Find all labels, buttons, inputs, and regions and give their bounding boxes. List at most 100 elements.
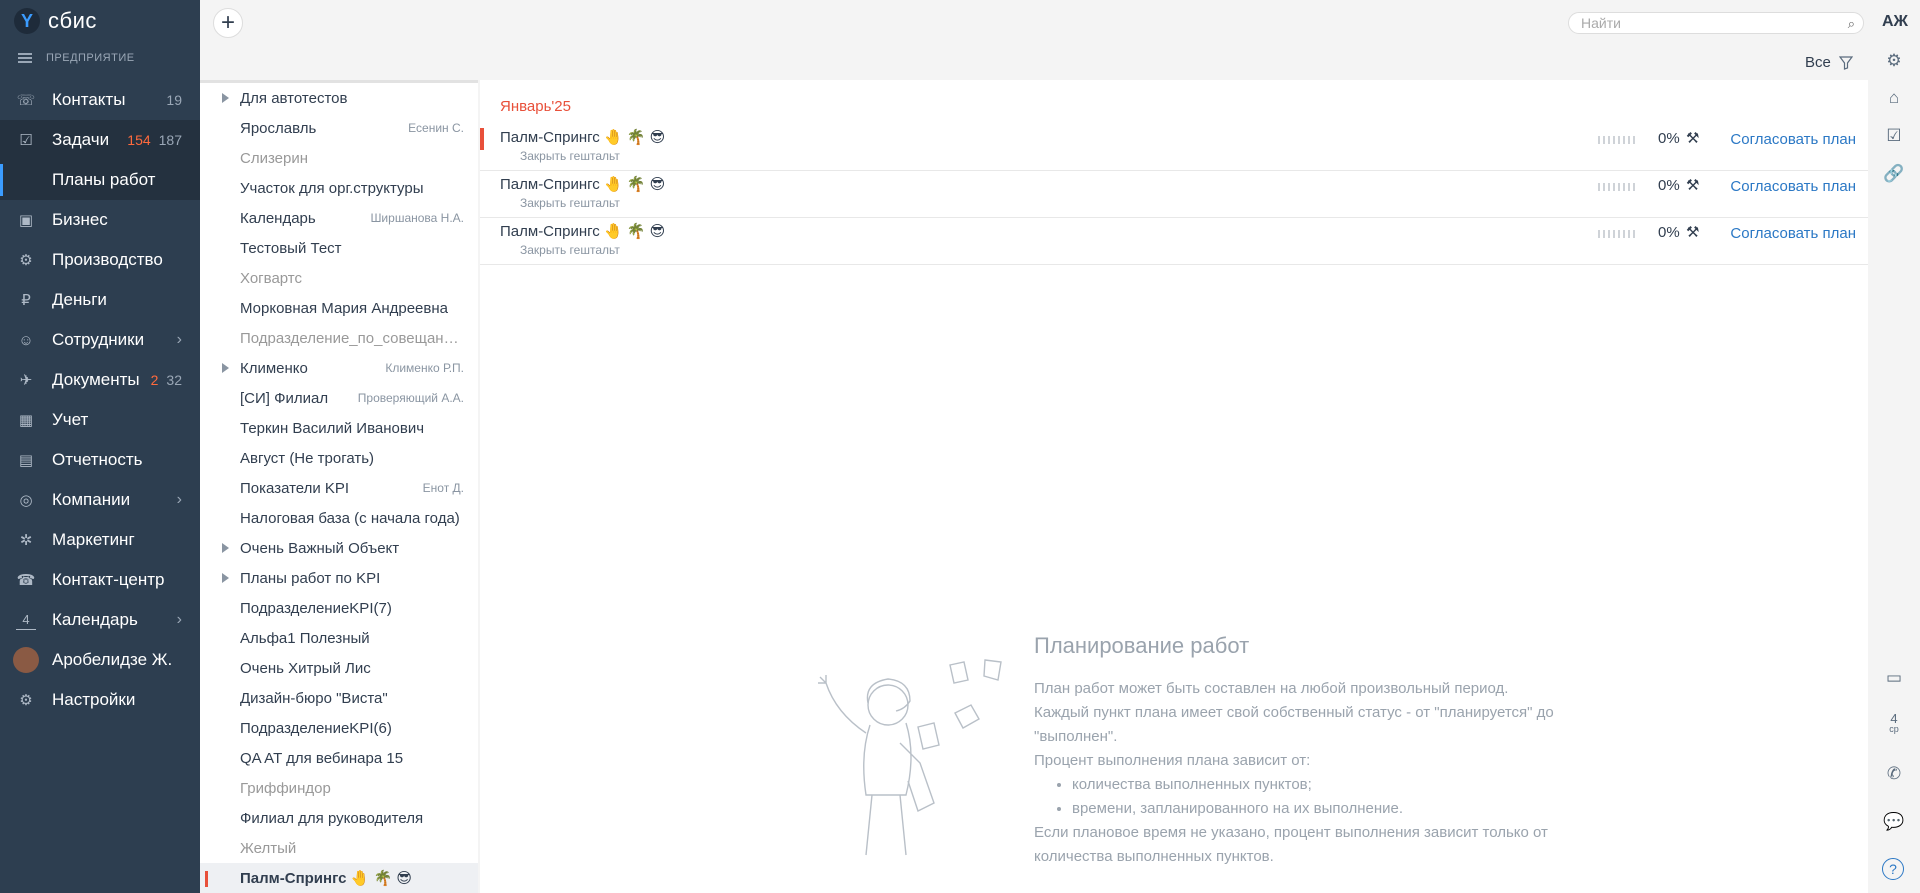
logo[interactable]: Y сбис bbox=[14, 8, 97, 34]
info-bullet: количества выполненных пунктов; bbox=[1072, 773, 1554, 797]
nav-item-15[interactable]: ⚙ Настройки bbox=[0, 680, 200, 720]
plan-subtitle: Закрыть гештальт bbox=[520, 149, 620, 163]
folder-item[interactable]: Август (Не трогать) bbox=[200, 443, 478, 473]
nav-counter-total: 19 bbox=[166, 92, 182, 108]
folder-item[interactable]: Ярославль Есенин С. bbox=[200, 113, 478, 143]
nav-counter: 19 bbox=[166, 92, 182, 108]
folder-item[interactable]: Филиал для руководителя bbox=[200, 803, 478, 833]
folder-item[interactable]: Тестовый Тест bbox=[200, 233, 478, 263]
folder-item[interactable]: Слизерин bbox=[200, 143, 478, 173]
folder-label: Очень Хитрый Лис bbox=[240, 659, 371, 677]
folder-label: Морковная Мария Андреевна bbox=[240, 299, 448, 317]
approve-plan-link[interactable]: Согласовать план bbox=[1730, 131, 1856, 148]
info-bullets: количества выполненных пунктов; времени,… bbox=[1072, 773, 1554, 821]
chat-icon[interactable]: 💬 bbox=[1882, 810, 1906, 834]
folder-label: Планы работ по KPI bbox=[240, 569, 381, 587]
nav-item-13[interactable]: 4 Календарь › bbox=[0, 600, 200, 640]
nav-item-14[interactable]: Аробелидзе Ж. bbox=[0, 640, 200, 680]
company-switcher[interactable]: ПРЕДПРИЯТИЕ bbox=[18, 52, 135, 64]
accounting-icon: ▦ bbox=[18, 412, 34, 429]
folder-item[interactable]: Подразделение_по_совещаниям bbox=[200, 323, 478, 353]
plan-row[interactable]: Палм-Спрингс 🤚 🌴 😎 Закрыть гештальт 0% ⚒ Сог… bbox=[480, 218, 1868, 265]
nav-item-12[interactable]: ☎ Контакт-центр bbox=[0, 560, 200, 600]
calendar-day-icon[interactable]: 4 ср bbox=[1882, 712, 1906, 736]
nav-item-2[interactable]: Планы работ bbox=[0, 160, 200, 200]
user-initials[interactable]: АЖ bbox=[1882, 13, 1908, 31]
nav-item-4[interactable]: ⚙ Производство bbox=[0, 240, 200, 280]
note-icon[interactable]: ▭ bbox=[1882, 666, 1906, 690]
nav-item-10[interactable]: ◎ Компании › bbox=[0, 480, 200, 520]
logo-text: сбис bbox=[48, 8, 97, 33]
folder-item[interactable]: Морковная Мария Андреевна bbox=[200, 293, 478, 323]
home-icon[interactable]: ⌂ bbox=[1882, 86, 1906, 110]
approve-plan-link[interactable]: Согласовать план bbox=[1730, 225, 1856, 242]
info-title: Планирование работ bbox=[1034, 633, 1250, 658]
expand-arrow-icon[interactable] bbox=[222, 93, 229, 103]
folder-item[interactable]: Дизайн-бюро "Виста" bbox=[200, 683, 478, 713]
employees-icon: ☺ bbox=[18, 331, 34, 349]
nav-label: Аробелидзе Ж. bbox=[52, 650, 173, 669]
menu-icon[interactable] bbox=[18, 53, 32, 63]
nav-label: Деньги bbox=[52, 290, 107, 309]
progress-percent: 0% bbox=[1658, 177, 1680, 194]
folder-item[interactable]: Участок для орг.структуры bbox=[200, 173, 478, 203]
nav-item-7[interactable]: ✈ Документы 2 32 bbox=[0, 360, 200, 400]
folder-item[interactable]: Клименко Клименко Р.П. bbox=[200, 353, 478, 383]
search-input[interactable]: Найти ⌕ bbox=[1568, 12, 1864, 34]
info-paragraph-2: Процент выполнения плана зависит от: bbox=[1034, 752, 1311, 769]
folder-item[interactable]: Желтый bbox=[200, 833, 478, 863]
approve-plan-link[interactable]: Согласовать план bbox=[1730, 178, 1856, 195]
folder-item[interactable]: Очень Хитрый Лис bbox=[200, 653, 478, 683]
empty-state-illustration bbox=[818, 659, 1002, 856]
plan-row[interactable]: Палм-Спрингс 🤚 🌴 😎 Закрыть гештальт 0% ⚒ Сог… bbox=[480, 171, 1868, 218]
plan-list: Палм-Спрингс 🤚 🌴 😎 Закрыть гештальт 0% ⚒ Сог… bbox=[480, 124, 1868, 265]
nav-item-8[interactable]: ▦ Учет bbox=[0, 400, 200, 440]
expand-arrow-icon[interactable] bbox=[222, 543, 229, 553]
folder-item[interactable]: QA AT для вебинара 15 bbox=[200, 743, 478, 773]
folder-item[interactable]: Очень Важный Объект bbox=[200, 533, 478, 563]
nav-item-0[interactable]: ☏ Контакты 19 bbox=[0, 80, 200, 120]
companies-icon: ◎ bbox=[19, 492, 33, 509]
link-icon[interactable]: 🔗 bbox=[1882, 162, 1906, 186]
company-name: ПРЕДПРИЯТИЕ bbox=[46, 52, 135, 64]
folder-item[interactable]: Планы работ по KPI bbox=[200, 563, 478, 593]
folder-item[interactable]: Палм-Спрингс 🤚 🌴 😎 bbox=[200, 863, 478, 893]
phone-icon[interactable]: ✆ bbox=[1882, 762, 1906, 786]
folder-item[interactable]: ПодразделениеKPI(6) bbox=[200, 713, 478, 743]
tasks-check-icon[interactable]: ☑ bbox=[1882, 124, 1906, 148]
nav-item-1[interactable]: ☑ Задачи 154 187 bbox=[0, 120, 200, 160]
gavel-icon[interactable]: ⚒ bbox=[1686, 223, 1699, 241]
nav-counter-total: 32 bbox=[166, 372, 182, 388]
folder-item[interactable]: ПодразделениеKPI(7) bbox=[200, 593, 478, 623]
expand-arrow-icon[interactable] bbox=[222, 573, 229, 583]
folder-item[interactable]: Налоговая база (с начала года) bbox=[200, 503, 478, 533]
gavel-icon[interactable]: ⚒ bbox=[1686, 176, 1699, 194]
settings-icon: ⚙ bbox=[19, 692, 33, 709]
folder-item[interactable]: [СИ] Филиал Проверяющий А.А. bbox=[200, 383, 478, 413]
help-icon[interactable]: ? bbox=[1882, 858, 1904, 880]
nav-item-9[interactable]: ▤ Отчетность bbox=[0, 440, 200, 480]
folder-owner: Енот Д. bbox=[422, 481, 464, 495]
folder-item[interactable]: Альфа1 Полезный bbox=[200, 623, 478, 653]
nav-item-3[interactable]: ▣ Бизнес bbox=[0, 200, 200, 240]
filter-button[interactable]: Все bbox=[1805, 54, 1853, 71]
folder-item[interactable]: Хогвартс bbox=[200, 263, 478, 293]
gear-icon[interactable]: ⚙ bbox=[1882, 49, 1906, 73]
gavel-icon[interactable]: ⚒ bbox=[1686, 129, 1699, 147]
progress-bar bbox=[1598, 136, 1638, 144]
add-button[interactable]: + bbox=[213, 8, 243, 38]
nav-item-5[interactable]: ₽ Деньги bbox=[0, 280, 200, 320]
folder-item[interactable]: Гриффиндор bbox=[200, 773, 478, 803]
plan-row[interactable]: Палм-Спрингс 🤚 🌴 😎 Закрыть гештальт 0% ⚒ Сог… bbox=[480, 124, 1868, 171]
folder-item[interactable]: Показатели KPI Енот Д. bbox=[200, 473, 478, 503]
folder-label: ПодразделениеKPI(6) bbox=[240, 719, 392, 737]
nav-item-11[interactable]: ✲ Маркетинг bbox=[0, 520, 200, 560]
folder-item[interactable]: Календарь Ширшанова Н.А. bbox=[200, 203, 478, 233]
folder-label: Август (Не трогать) bbox=[240, 449, 375, 467]
expand-arrow-icon[interactable] bbox=[222, 363, 229, 373]
folder-item[interactable]: Теркин Василий Иванович bbox=[200, 413, 478, 443]
folder-item[interactable]: Для автотестов bbox=[200, 83, 478, 113]
nav-item-6[interactable]: ☺ Сотрудники › bbox=[0, 320, 200, 360]
folder-label: Желтый bbox=[240, 839, 297, 857]
search-icon[interactable]: ⌕ bbox=[1848, 16, 1855, 32]
